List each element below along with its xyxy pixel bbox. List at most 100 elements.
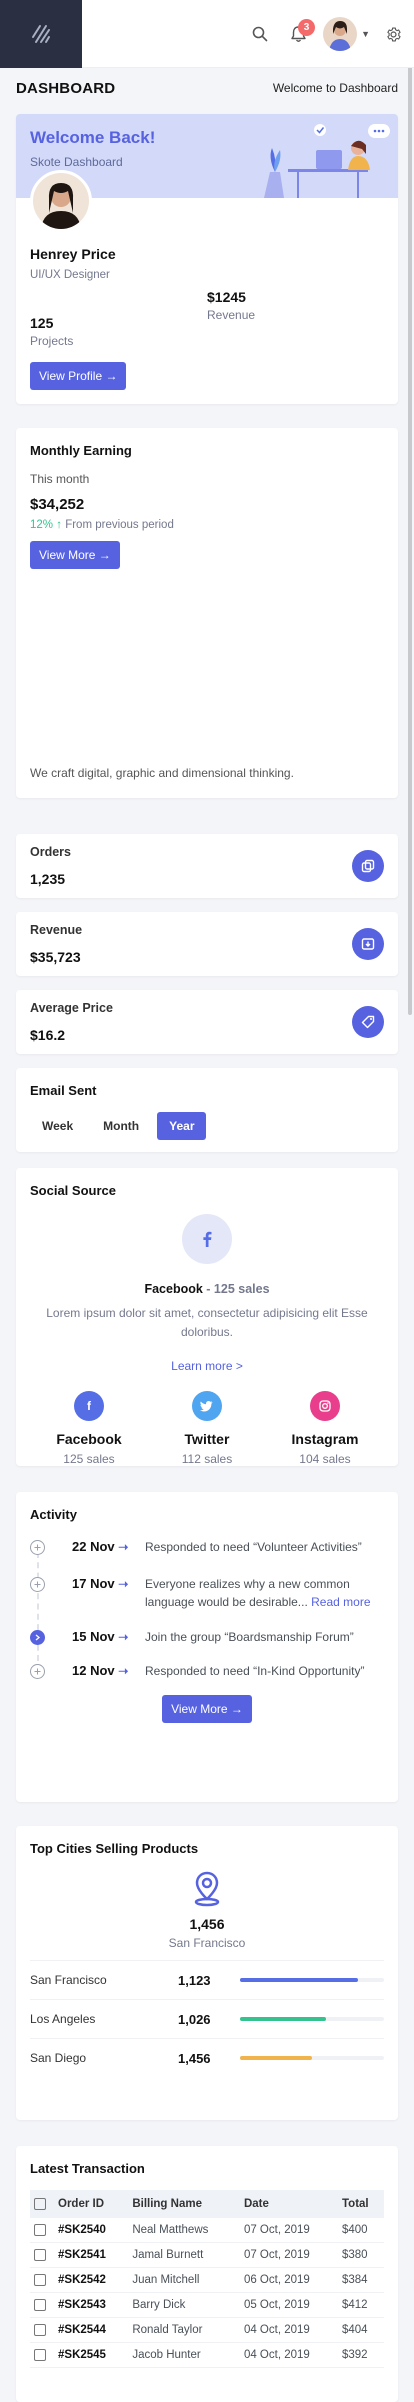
activity-item: 15 Nov ➝ Join the group “Boardsmanship F… — [30, 1628, 384, 1647]
city-name: San Francisco — [30, 1973, 107, 1987]
projects-label: Projects — [30, 334, 74, 348]
transactions-table: Order ID Billing Name Date Total #SK2540… — [30, 2190, 384, 2369]
search-icon — [252, 26, 268, 42]
average-price-card: Average Price $16.2 — [16, 990, 398, 1054]
city-name: San Diego — [30, 2051, 87, 2065]
social-instagram[interactable]: Instagram 104 sales — [266, 1391, 384, 1466]
top-cities-title: Top Cities Selling Products — [30, 1841, 199, 1856]
timeline-dot-icon — [30, 1664, 45, 1680]
row-checkbox[interactable] — [34, 2224, 46, 2237]
order-date: 04 Oct, 2019 — [239, 2342, 338, 2369]
activity-card: Activity 22 Nov ➝ Responded to need “Vol… — [16, 1492, 398, 1802]
column-header: Total — [338, 2190, 384, 2219]
table-row: #SK2541 Jamal Burnett 07 Oct, 2019 $380 — [30, 2242, 384, 2269]
order-total: $384 — [338, 2267, 384, 2294]
brand-logo-icon — [32, 25, 50, 43]
order-date: 07 Oct, 2019 — [239, 2242, 338, 2269]
social-headline-sales: - 125 sales — [202, 1282, 270, 1296]
city-progress-fill — [240, 2017, 327, 2021]
earning-footer: We craft digital, graphic and dimensiona… — [30, 766, 294, 780]
orders-label: Orders — [30, 845, 71, 859]
row-checkbox[interactable] — [34, 2324, 46, 2337]
city-progress-bar — [240, 2017, 384, 2021]
billing-name: Barry Dick — [128, 2292, 240, 2319]
activity-date: 22 Nov — [72, 1539, 115, 1554]
billing-name: Neal Matthews — [128, 2218, 240, 2244]
read-more-link[interactable]: Read more — [311, 1595, 370, 1609]
social-twitter[interactable]: Twitter 112 sales — [148, 1391, 266, 1466]
orders-value: 1,235 — [30, 871, 66, 887]
order-total: $380 — [338, 2242, 384, 2269]
cities-total-city: San Francisco — [168, 1936, 246, 1950]
logo[interactable] — [0, 0, 82, 68]
city-name: Los Angeles — [30, 2012, 96, 2026]
view-profile-button[interactable]: View Profile → — [30, 362, 127, 390]
arrow-up-icon: ↑ — [56, 519, 62, 531]
view-more-earning-button[interactable]: View More → — [30, 541, 120, 569]
order-date: 07 Oct, 2019 — [239, 2218, 338, 2244]
search-button[interactable] — [243, 17, 277, 51]
revenue-value: $1245 — [207, 289, 246, 305]
order-id: #SK2545 — [54, 2342, 129, 2369]
latest-transaction-card: Latest Transaction Order ID Billing Name… — [16, 2146, 398, 2402]
city-row: San Diego 1,456 — [30, 2038, 384, 2077]
earning-period: This month — [30, 472, 90, 486]
copy-icon — [352, 850, 384, 882]
activity-item: 17 Nov ➝ Everyone realizes why a new com… — [30, 1575, 384, 1612]
city-value: 1,456 — [178, 2050, 211, 2066]
billing-name: Ronald Taylor — [128, 2317, 240, 2344]
social-sales: 125 sales — [63, 1452, 115, 1467]
tab-year[interactable]: Year — [157, 1112, 207, 1140]
activity-date: 15 Nov — [72, 1628, 115, 1644]
row-checkbox[interactable] — [34, 2274, 46, 2287]
arrow-right-icon: ➝ — [118, 1664, 129, 1679]
activity-date: 17 Nov — [72, 1575, 115, 1591]
settings-button[interactable] — [376, 17, 410, 51]
user-avatar[interactable] — [323, 17, 358, 51]
social-name: Twitter — [184, 1431, 230, 1448]
projects-count: 125 — [30, 315, 54, 331]
city-progress-fill — [240, 1978, 359, 1982]
topbar: 3 ▼ — [0, 0, 414, 68]
activity-item: 22 Nov ➝ Responded to need “Volunteer Ac… — [30, 1538, 384, 1557]
learn-more-link[interactable]: Learn more > — [30, 1359, 384, 1373]
activity-item: 12 Nov ➝ Responded to need “In-Kind Oppo… — [30, 1662, 384, 1681]
average-price-label: Average Price — [30, 1001, 113, 1015]
average-price-value: $16.2 — [30, 1027, 66, 1043]
revenue-card: Revenue $35,723 — [16, 912, 398, 976]
social-facebook[interactable]: f Facebook 125 sales — [30, 1391, 148, 1466]
twitter-icon — [191, 1391, 222, 1422]
table-row: #SK2545 Jacob Hunter 04 Oct, 2019 $392 — [30, 2342, 384, 2369]
revenue-label: Revenue — [207, 308, 256, 322]
notification-badge: 3 — [298, 19, 316, 36]
breadcrumb: Welcome to Dashboard — [272, 81, 398, 95]
table-row: #SK2540 Neal Matthews 07 Oct, 2019 $400 — [30, 2218, 384, 2244]
monthly-earning-card: Monthly Earning This month $34,252 12% ↑… — [16, 428, 398, 798]
email-sent-card: Email Sent Week Month Year — [16, 1068, 398, 1152]
tab-month[interactable]: Month — [91, 1112, 151, 1140]
table-row: #SK2542 Juan Mitchell 06 Oct, 2019 $384 — [30, 2267, 384, 2294]
city-progress-bar — [240, 1978, 384, 1982]
social-sales: 104 sales — [299, 1452, 351, 1467]
archive-in-icon — [352, 928, 384, 960]
row-checkbox[interactable] — [34, 2349, 46, 2362]
row-checkbox[interactable] — [34, 2249, 46, 2262]
select-all-checkbox[interactable] — [34, 2198, 46, 2210]
social-headline: Facebook - 125 sales — [30, 1282, 384, 1296]
notifications-button[interactable]: 3 — [281, 17, 316, 51]
order-id: #SK2542 — [54, 2267, 129, 2294]
earning-title: Monthly Earning — [30, 443, 132, 458]
latest-transaction-title: Latest Transaction — [30, 2161, 145, 2176]
order-id: #SK2541 — [54, 2242, 129, 2269]
row-checkbox[interactable] — [34, 2299, 46, 2312]
view-more-activity-button[interactable]: View More → — [162, 1694, 252, 1723]
chevron-down-icon[interactable]: ▼ — [361, 29, 370, 39]
timeline-dot-icon — [30, 1540, 45, 1555]
tab-week[interactable]: Week — [30, 1112, 85, 1140]
page-scrollbar[interactable] — [408, 0, 412, 1015]
column-header: Order ID — [54, 2190, 129, 2219]
social-source-title: Social Source — [30, 1183, 116, 1198]
arrow-right-icon: ➝ — [118, 1540, 129, 1554]
social-name: Facebook — [56, 1431, 122, 1448]
city-value: 1,026 — [178, 2011, 211, 2027]
